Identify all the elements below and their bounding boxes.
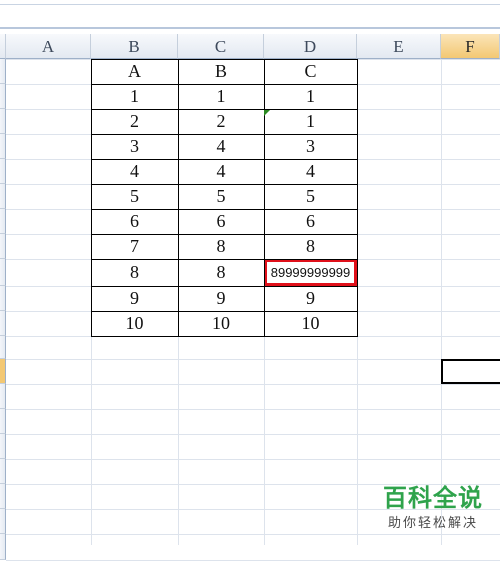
column-header-b[interactable]: B xyxy=(91,34,178,59)
table-cell[interactable]: 5 xyxy=(91,184,178,209)
column-header-c[interactable]: C xyxy=(178,34,264,59)
table-border xyxy=(91,109,358,110)
table-header-a[interactable]: A xyxy=(91,59,178,84)
table-cell[interactable]: 10 xyxy=(91,311,178,336)
row-header[interactable] xyxy=(0,359,6,384)
table-cell[interactable]: 8 xyxy=(178,259,264,286)
table-cell[interactable]: 4 xyxy=(178,134,264,159)
row-header[interactable] xyxy=(0,311,6,336)
table-cell[interactable]: 3 xyxy=(264,134,357,159)
table-border xyxy=(91,159,358,160)
row-header[interactable] xyxy=(0,209,6,234)
table-border xyxy=(178,59,179,337)
table-cell[interactable]: 6 xyxy=(264,209,357,234)
row-header[interactable] xyxy=(0,134,6,159)
table-cell[interactable]: 1 xyxy=(91,84,178,109)
table-cell[interactable]: 8 xyxy=(264,234,357,259)
row-header[interactable] xyxy=(0,484,6,509)
table-cell[interactable]: 2 xyxy=(91,109,178,134)
row-header[interactable] xyxy=(0,384,6,409)
active-cell-selection[interactable] xyxy=(441,359,500,384)
table-cell[interactable]: 1 xyxy=(178,84,264,109)
table-border xyxy=(91,59,92,337)
table-cell[interactable]: 8 xyxy=(91,259,178,286)
table-border xyxy=(91,209,358,210)
table-cell[interactable]: 6 xyxy=(91,209,178,234)
table-cell[interactable]: 1 xyxy=(264,84,357,109)
gridline-horizontal xyxy=(6,434,500,435)
row-header[interactable] xyxy=(0,534,6,560)
table-cell[interactable]: 9 xyxy=(178,286,264,311)
table-cell[interactable]: 9 xyxy=(91,286,178,311)
table-cell[interactable]: 1 xyxy=(264,109,357,134)
gridline-vertical xyxy=(441,59,442,545)
table-cell[interactable]: 10 xyxy=(178,311,264,336)
row-header[interactable] xyxy=(0,184,6,209)
gridline-horizontal xyxy=(6,459,500,460)
column-header-d[interactable]: D xyxy=(264,34,357,59)
column-header-a[interactable]: A xyxy=(6,34,91,59)
table-cell[interactable]: 5 xyxy=(178,184,264,209)
row-header[interactable] xyxy=(0,434,6,459)
table-header-b[interactable]: B xyxy=(178,59,264,84)
row-header[interactable] xyxy=(0,409,6,434)
row-header[interactable] xyxy=(0,509,6,534)
table-cell[interactable]: 2 xyxy=(178,109,264,134)
column-header-f[interactable]: F xyxy=(441,34,500,59)
row-header[interactable] xyxy=(0,59,6,84)
table-border xyxy=(91,311,358,312)
table-cell[interactable]: 9 xyxy=(264,286,357,311)
table-header-c[interactable]: C xyxy=(264,59,357,84)
gridline-horizontal xyxy=(6,409,500,410)
row-header[interactable] xyxy=(0,84,6,109)
row-header[interactable] xyxy=(0,459,6,484)
error-indicator-icon xyxy=(264,110,270,116)
row-header[interactable] xyxy=(0,159,6,184)
table-cell[interactable]: 5 xyxy=(264,184,357,209)
row-header[interactable] xyxy=(0,109,6,134)
watermark-title: 百科全说 xyxy=(383,484,483,512)
table-border xyxy=(91,134,358,135)
table-border xyxy=(91,234,358,235)
ribbon-bottom-edge xyxy=(0,0,500,34)
row-header[interactable] xyxy=(0,259,6,286)
table-cell[interactable]: 8 xyxy=(178,234,264,259)
table-border xyxy=(91,184,358,185)
watermark-logo: 百科全说 助你轻松解决 xyxy=(370,482,496,540)
table-border xyxy=(91,259,358,260)
table-border xyxy=(91,336,358,337)
ribbon-divider xyxy=(0,4,500,5)
row-header[interactable] xyxy=(0,336,6,359)
table-border xyxy=(357,59,358,337)
table-border xyxy=(91,286,358,287)
row-header[interactable] xyxy=(0,234,6,259)
table-border xyxy=(91,84,358,85)
watermark-subtitle: 助你轻松解决 xyxy=(387,516,478,531)
table-cell[interactable]: 4 xyxy=(264,159,357,184)
table-cell[interactable]: 10 xyxy=(264,311,357,336)
highlighted-cell-d10[interactable]: 89999999999 xyxy=(264,259,357,286)
formula-bar-divider xyxy=(0,27,500,29)
table-cell[interactable]: 4 xyxy=(91,159,178,184)
table-border xyxy=(264,59,265,337)
gridline-horizontal xyxy=(6,359,500,360)
table-cell[interactable]: 6 xyxy=(178,209,264,234)
row-header[interactable] xyxy=(0,286,6,311)
column-header-e[interactable]: E xyxy=(357,34,441,59)
table-border xyxy=(91,59,358,60)
table-cell[interactable]: 3 xyxy=(91,134,178,159)
table-cell[interactable]: 4 xyxy=(178,159,264,184)
gridline-horizontal xyxy=(6,384,500,385)
table-cell[interactable]: 7 xyxy=(91,234,178,259)
